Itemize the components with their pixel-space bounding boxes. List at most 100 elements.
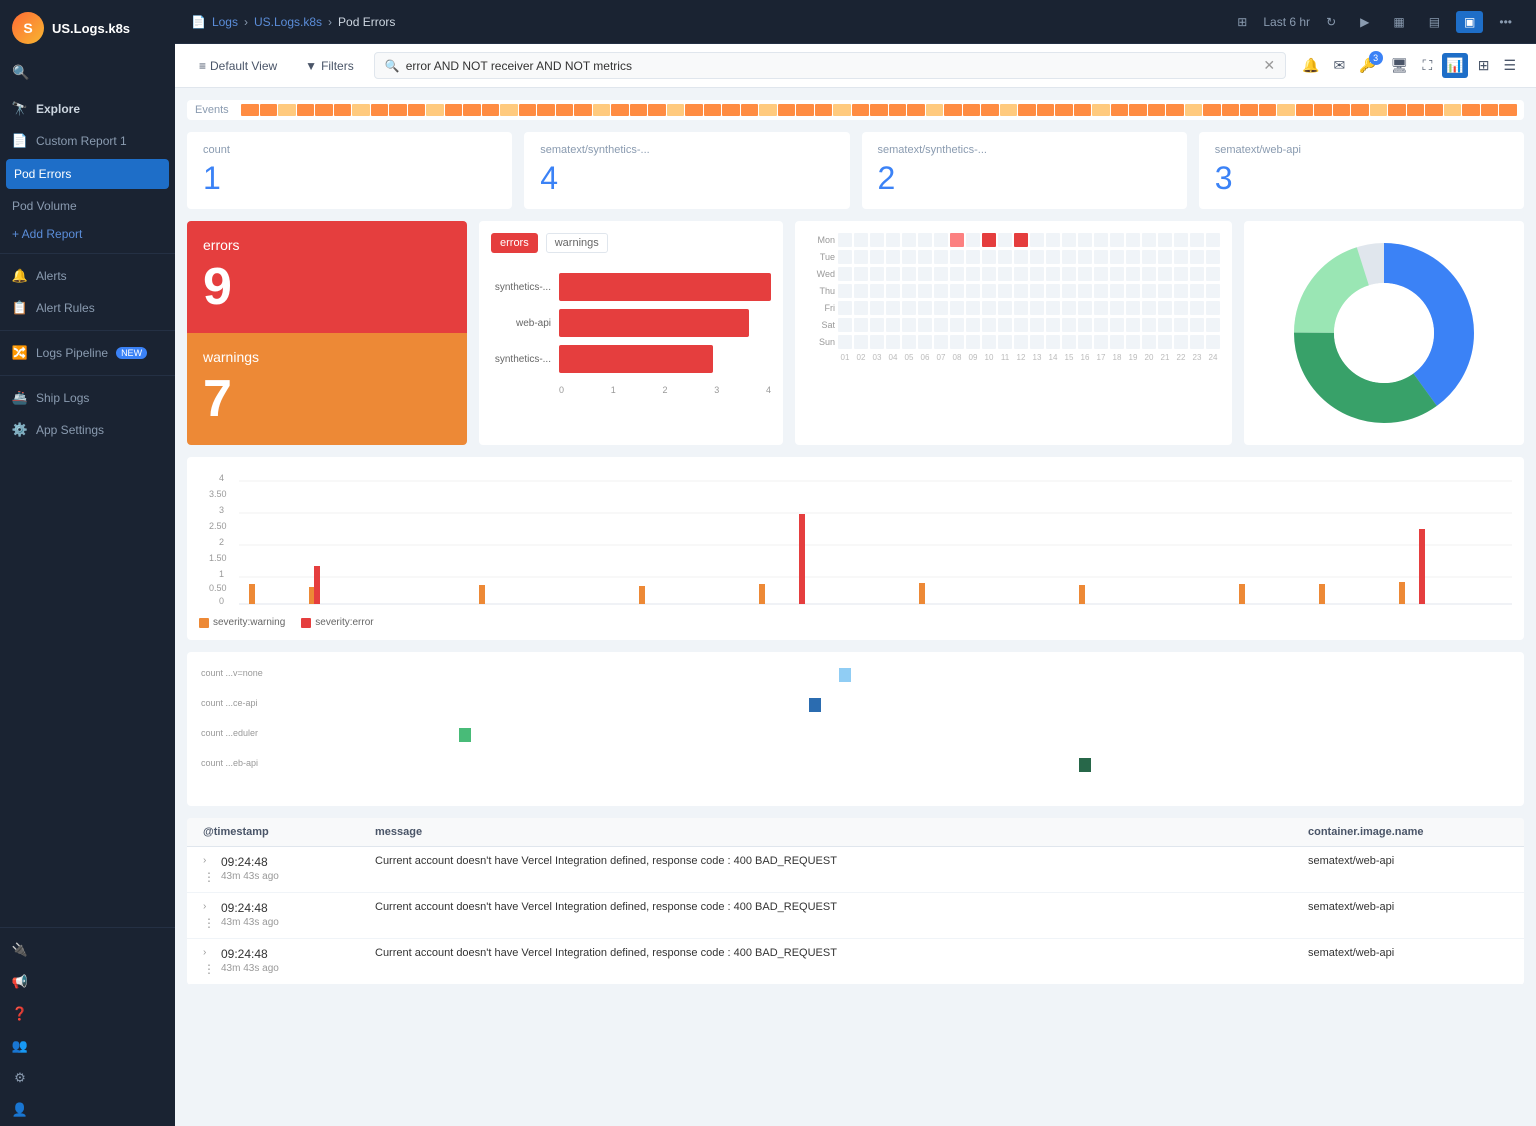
sidebar-item-custom-report[interactable]: 📄 Custom Report 1 — [0, 125, 175, 157]
day-sat: Sat — [807, 320, 835, 330]
expand-icon[interactable]: › — [203, 947, 215, 958]
header-actions: ⊞ Last 6 hr ↻ ▶ ▦ ▤ ▣ ••• — [1229, 11, 1520, 33]
day-mon: Mon — [807, 235, 835, 245]
event-block — [611, 104, 629, 116]
pod-volume-label: Pod Volume — [12, 199, 77, 213]
settings-icon: ⚙ — [12, 1070, 28, 1086]
sidebar-item-app-settings[interactable]: ⚙️ App Settings — [0, 414, 175, 446]
event-block — [371, 104, 389, 116]
axis-1: 1 — [611, 385, 616, 395]
legend-warning: severity:warning — [199, 617, 285, 628]
sidebar-item-alerts[interactable]: 🔔 Alerts — [0, 260, 175, 292]
sidebar-item-pod-errors[interactable]: Pod Errors — [6, 159, 169, 189]
chart-tab-errors[interactable]: errors — [491, 233, 538, 253]
bar-fill-2 — [559, 345, 713, 373]
day-sun: Sun — [807, 337, 835, 347]
search-icon[interactable]: 🔍 — [12, 64, 163, 81]
default-view-button[interactable]: ≡ Default View — [191, 55, 285, 77]
monitor-button[interactable]: 🖥 — [1387, 53, 1413, 78]
app-logo: S — [12, 12, 44, 44]
expand-icon[interactable]: › — [203, 855, 215, 866]
more-icon[interactable]: ⋮ — [203, 962, 215, 976]
grid-view-button[interactable]: ⊞ — [1229, 11, 1255, 33]
event-block — [1092, 104, 1110, 116]
heatmap-row-fri: Fri — [807, 301, 1220, 315]
sidebar-search[interactable]: 🔍 — [0, 56, 175, 89]
sidebar-item-pod-volume[interactable]: Pod Volume — [0, 191, 175, 221]
expand-icon[interactable]: › — [203, 901, 215, 912]
log-container-2: sematext/web-api — [1308, 947, 1508, 959]
donut-chart-svg — [1284, 233, 1484, 433]
mail-button[interactable]: ✉ — [1330, 53, 1350, 78]
axis-2: 2 — [662, 385, 667, 395]
event-block — [1296, 104, 1314, 116]
alert-rules-label: Alert Rules — [36, 301, 95, 315]
main-content: 📄 Logs › US.Logs.k8s › Pod Errors ⊞ Last… — [175, 0, 1536, 1126]
layout-active-button[interactable]: ▣ — [1456, 11, 1483, 33]
search-clear-button[interactable]: ✕ — [1263, 57, 1275, 74]
filters-button[interactable]: ▼ Filters — [297, 55, 362, 77]
sidebar-item-logs-pipeline[interactable]: 🔀 Logs Pipeline NEW — [0, 337, 175, 369]
refresh-button[interactable]: ↻ — [1318, 11, 1344, 33]
event-block — [926, 104, 944, 116]
sidebar-item-ship-logs[interactable]: 🚢 Ship Logs — [0, 382, 175, 414]
day-thu: Thu — [807, 286, 835, 296]
list-button[interactable]: ☰ — [1499, 53, 1520, 78]
sidebar-help[interactable]: ❓ — [0, 998, 175, 1030]
bar-chart: synthetics-... web-api synthetics-... — [491, 265, 771, 381]
sidebar-settings[interactable]: ⚙ — [0, 1062, 175, 1094]
log-ago-0: 43m 43s ago — [221, 871, 279, 882]
more-icon[interactable]: ⋮ — [203, 870, 215, 884]
sidebar-item-explore[interactable]: 🔭 Explore — [0, 93, 175, 125]
log-timestamp-0: 09:24:48 43m 43s ago — [221, 855, 279, 882]
divider-2 — [0, 330, 175, 331]
search-input[interactable] — [406, 59, 1258, 73]
chart-button[interactable]: 📊 — [1442, 53, 1467, 78]
more-icon[interactable]: ⋮ — [203, 916, 215, 930]
event-block — [1481, 104, 1499, 116]
event-block — [482, 104, 500, 116]
table-button[interactable]: ⊞ — [1474, 53, 1494, 78]
event-block — [574, 104, 592, 116]
play-button[interactable]: ▶ — [1352, 11, 1377, 33]
sidebar-team[interactable]: 👥 — [0, 1030, 175, 1062]
layout-cols-button[interactable]: ▤ — [1421, 11, 1448, 33]
event-block — [1462, 104, 1480, 116]
event-block — [1388, 104, 1406, 116]
chart-tab-warnings[interactable]: warnings — [546, 233, 608, 253]
log-time-1: 09:24:48 — [221, 901, 279, 915]
heatmap-cells-sat — [838, 318, 1220, 332]
add-report-button[interactable]: + Add Report — [0, 221, 175, 247]
sidebar-item-alert-rules[interactable]: 📋 Alert Rules — [0, 292, 175, 324]
bar-warning-8 — [1239, 584, 1245, 604]
key-button[interactable]: 🔑 3 — [1355, 53, 1380, 78]
event-block — [1111, 104, 1129, 116]
alerts-label: Alerts — [36, 269, 67, 283]
y-label-3: 3 — [219, 505, 224, 515]
logs-pipeline-label: Logs Pipeline — [36, 346, 108, 360]
axis-4: 4 — [766, 385, 771, 395]
layout-grid-button[interactable]: ▦ — [1385, 11, 1412, 33]
expand-button[interactable]: ⛶ — [1418, 53, 1436, 78]
event-block — [315, 104, 333, 116]
log-timestamp-1: 09:24:48 43m 43s ago — [221, 901, 279, 928]
event-block — [519, 104, 537, 116]
event-block — [741, 104, 759, 116]
day-fri: Fri — [807, 303, 835, 313]
sidebar-integrations[interactable]: 🔌 — [0, 934, 175, 966]
bell-button[interactable]: 🔔 — [1298, 53, 1323, 78]
filter-icon: ▼ — [305, 59, 317, 73]
log-table-header: @timestamp message container.image.name — [187, 818, 1524, 847]
sidebar-alerts-bottom[interactable]: 📢 — [0, 966, 175, 998]
bar-fill-1 — [559, 309, 749, 337]
custom-report-label: Custom Report 1 — [36, 134, 127, 148]
bar-row-1: web-api — [491, 309, 771, 337]
stat-value-3: 3 — [1215, 160, 1508, 197]
breadcrumb-app[interactable]: US.Logs.k8s — [254, 15, 322, 29]
breadcrumb-logs[interactable]: Logs — [212, 15, 238, 29]
more-button[interactable]: ••• — [1491, 11, 1520, 33]
pod-errors-label: Pod Errors — [14, 167, 71, 181]
bar-warning-1 — [249, 584, 255, 604]
sidebar-user[interactable]: 👤 — [0, 1094, 175, 1126]
bubble-4 — [1079, 758, 1091, 772]
